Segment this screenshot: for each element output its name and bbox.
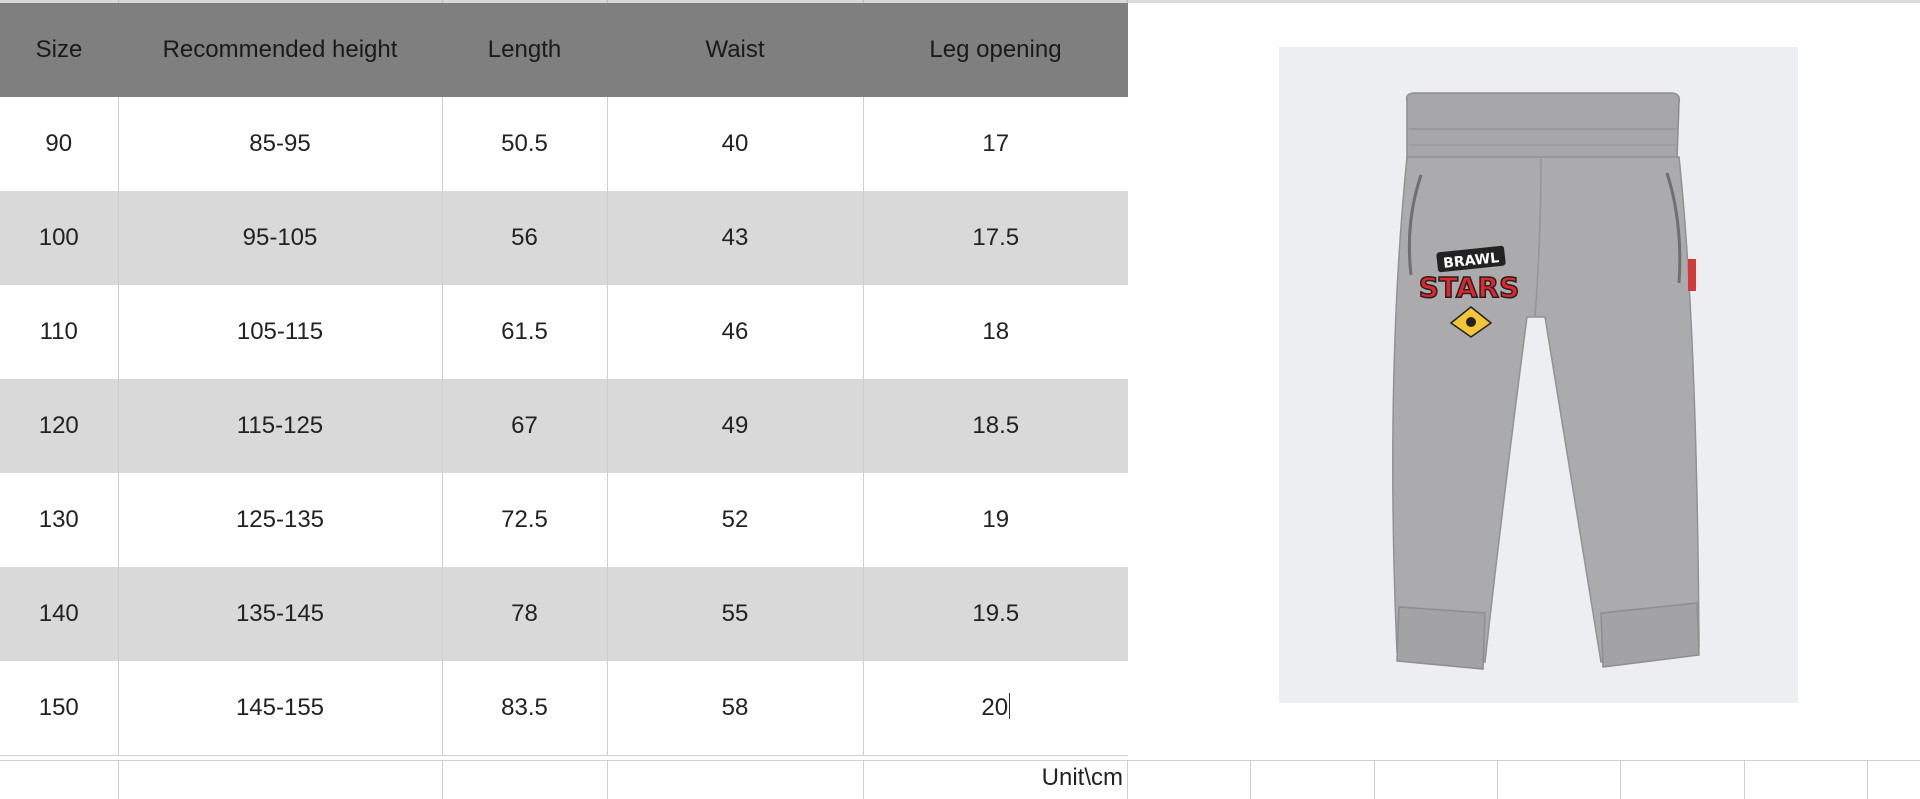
cell-waist[interactable]: 58	[606, 661, 863, 756]
grid-line	[1744, 761, 1745, 799]
cell-size[interactable]: 100	[0, 191, 118, 285]
grid-line	[863, 761, 864, 799]
cell-recommended-height[interactable]: 125-135	[117, 473, 442, 567]
cell-leg-opening[interactable]: 19	[862, 473, 1128, 567]
product-image[interactable]: BRAWL STARS	[1279, 47, 1798, 703]
header-cell-length[interactable]: Length	[442, 3, 607, 97]
cell-recommended-height[interactable]: 135-145	[117, 567, 442, 661]
table-row: 90 85-95 50.5 40 17	[0, 97, 1128, 191]
grid-line	[118, 761, 119, 799]
cell-size[interactable]: 120	[0, 379, 118, 473]
grid-line	[607, 761, 608, 799]
cell-recommended-height[interactable]: 105-115	[117, 285, 442, 379]
cell-recommended-height[interactable]: 85-95	[117, 97, 442, 191]
cell-waist[interactable]: 40	[606, 97, 863, 191]
grid-line	[1867, 761, 1868, 799]
table-row: 100 95-105 56 43 17.5	[0, 191, 1128, 285]
cell-leg-opening[interactable]: 18.5	[862, 379, 1128, 473]
text-cursor	[1009, 693, 1011, 720]
cell-recommended-height[interactable]: 95-105	[117, 191, 442, 285]
header-cell-leg-opening[interactable]: Leg opening	[863, 3, 1128, 97]
cell-recommended-height[interactable]: 145-155	[117, 661, 442, 756]
grid-line	[1374, 761, 1375, 799]
cell-waist[interactable]: 46	[606, 285, 863, 379]
header-row: Size Recommended height Length Waist Leg…	[0, 3, 1128, 97]
jogger-pants-illustration: BRAWL STARS	[1392, 92, 1700, 670]
cell-leg-opening[interactable]: 19.5	[862, 567, 1128, 661]
cell-value: 20	[981, 694, 1009, 722]
cell-leg-opening[interactable]: 17.5	[862, 191, 1128, 285]
grid-line	[1250, 761, 1251, 799]
empty-grid-row	[0, 760, 1920, 799]
cell-size[interactable]: 90	[0, 97, 118, 191]
cell-length[interactable]: 72.5	[441, 473, 607, 567]
header-cell-size[interactable]: Size	[0, 3, 118, 97]
grid-line	[442, 761, 443, 799]
logo-text-stars: STARS	[1419, 271, 1520, 304]
cell-waist[interactable]: 49	[606, 379, 863, 473]
cell-length[interactable]: 50.5	[441, 97, 607, 191]
table-row: 120 115-125 67 49 18.5	[0, 379, 1128, 473]
header-cell-waist[interactable]: Waist	[607, 3, 863, 97]
cell-length[interactable]: 83.5	[441, 661, 607, 756]
size-chart-table: Size Recommended height Length Waist Leg…	[0, 3, 1128, 756]
cell-size[interactable]: 110	[0, 285, 118, 379]
header-cell-recommended-height[interactable]: Recommended height	[118, 3, 442, 97]
table-row: 110 105-115 61.5 46 18	[0, 285, 1128, 379]
table-row: 140 135-145 78 55 19.5	[0, 567, 1128, 661]
cell-size[interactable]: 150	[0, 661, 118, 756]
cell-size[interactable]: 130	[0, 473, 118, 567]
cell-leg-opening-active[interactable]: 20	[862, 661, 1128, 756]
cell-waist[interactable]: 43	[606, 191, 863, 285]
grid-line	[1127, 761, 1128, 799]
grid-line	[1620, 761, 1621, 799]
table-row: 150 145-155 83.5 58 20	[0, 661, 1128, 756]
cell-length[interactable]: 67	[441, 379, 607, 473]
cell-length[interactable]: 78	[441, 567, 607, 661]
cell-waist[interactable]: 52	[606, 473, 863, 567]
cell-leg-opening[interactable]: 18	[862, 285, 1128, 379]
cell-recommended-height[interactable]: 115-125	[117, 379, 442, 473]
table-row: 130 125-135 72.5 52 19	[0, 473, 1128, 567]
cell-length[interactable]: 61.5	[441, 285, 607, 379]
cell-waist[interactable]: 55	[606, 567, 863, 661]
grid-line	[1497, 761, 1498, 799]
cell-leg-opening[interactable]: 17	[862, 97, 1128, 191]
cell-size[interactable]: 140	[0, 567, 118, 661]
unit-note[interactable]: Unit\cm	[1042, 764, 1123, 792]
cell-length[interactable]: 56	[441, 191, 607, 285]
